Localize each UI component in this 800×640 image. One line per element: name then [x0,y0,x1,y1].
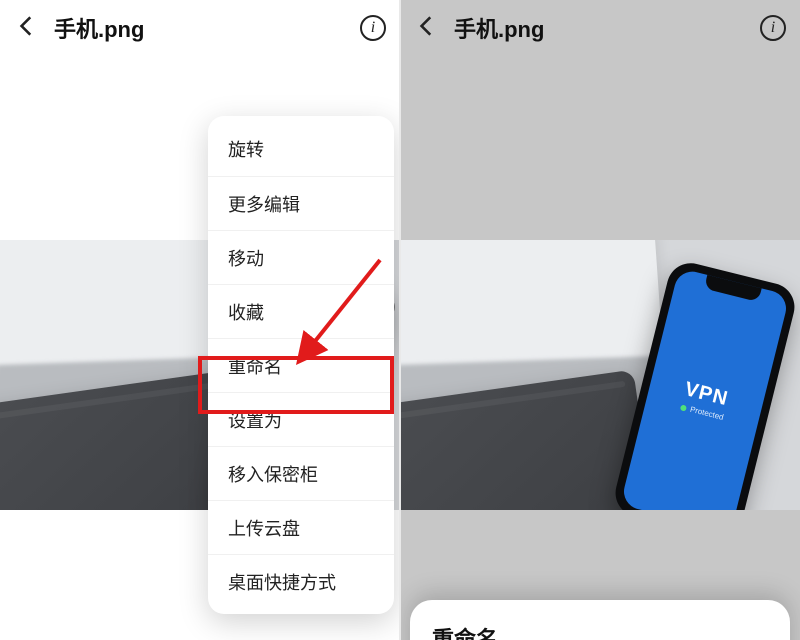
info-icon[interactable]: i [360,15,386,41]
left-pane: 手机.png i 旋转 更多编辑 移动 收藏 重命名 设置为 移入保密 [0,0,400,640]
rename-sheet: 重命名 [410,600,790,640]
menu-item-more-edit[interactable]: 更多编辑 [208,176,394,230]
page-title: 手机.png [454,12,746,44]
info-icon[interactable]: i [760,15,786,41]
image-preview: VPN Protected [400,240,800,510]
menu-item-upload-cloud[interactable]: 上传云盘 [208,500,394,554]
context-menu: 旋转 更多编辑 移动 收藏 重命名 设置为 移入保密柜 上传云盘 桌面快捷方式 [208,116,394,614]
back-icon[interactable] [414,13,440,44]
menu-item-rotate[interactable]: 旋转 [208,122,394,176]
menu-item-favorite[interactable]: 收藏 [208,284,394,338]
topbar: 手机.png i [0,0,400,56]
menu-item-set-as[interactable]: 设置为 [208,392,394,446]
page-title: 手机.png [54,12,346,44]
pane-divider [399,0,401,640]
menu-item-safe-box[interactable]: 移入保密柜 [208,446,394,500]
menu-item-rename[interactable]: 重命名 [208,338,394,392]
right-pane: 手机.png i VPN Protected 重命名 [400,0,800,640]
sheet-title: 重命名 [432,622,768,640]
menu-item-home-shortcut[interactable]: 桌面快捷方式 [208,554,394,608]
menu-item-move[interactable]: 移动 [208,230,394,284]
topbar: 手机.png i [400,0,800,56]
back-icon[interactable] [14,13,40,44]
